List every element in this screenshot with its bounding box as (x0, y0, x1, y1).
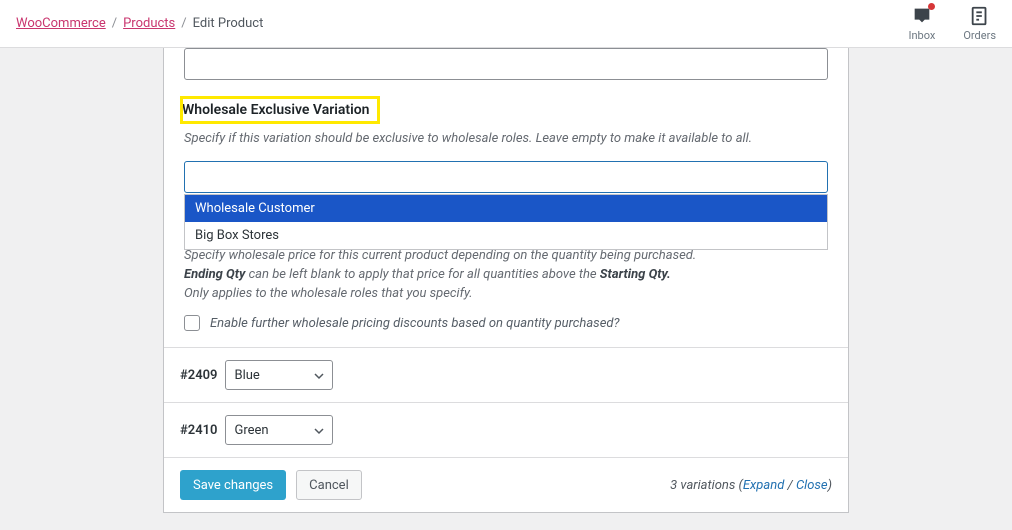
close-link[interactable]: Close (796, 478, 828, 493)
variation-row[interactable]: #2409 Blue (164, 347, 848, 402)
enable-quantity-discounts-checkbox[interactable] (184, 315, 200, 331)
notification-dot-icon (928, 3, 935, 10)
breadcrumb-sep: / (112, 16, 117, 31)
chevron-down-icon (313, 370, 325, 386)
variation-row[interactable]: #2410 Green (164, 402, 848, 457)
wholesale-role-dropdown: Wholesale Customer Big Box Stores (184, 194, 828, 250)
enable-quantity-discounts-label: Enable further wholesale pricing discoun… (210, 316, 619, 331)
orders-button[interactable]: Orders (963, 5, 996, 42)
help-starting-qty: Starting Qty. (600, 267, 671, 282)
inbox-button[interactable]: Inbox (908, 5, 935, 42)
help-pricing-line2b: can be left blank to apply that price fo… (245, 267, 599, 282)
section-title-wholesale-exclusive: Wholesale Exclusive Variation (182, 98, 378, 122)
breadcrumb-woocommerce[interactable]: WooCommerce (16, 16, 106, 31)
wholesale-role-input[interactable] (184, 161, 828, 193)
help-ending-qty: Ending Qty (184, 267, 245, 282)
breadcrumb: WooCommerce / Products / Edit Product (16, 16, 263, 31)
variation-attribute-value: Blue (234, 368, 259, 383)
help-pricing-line3: Only applies to the wholesale roles that… (184, 286, 473, 301)
breadcrumb-sep: / (181, 16, 186, 31)
wholesale-role-select[interactable]: Wholesale Customer Big Box Stores (184, 161, 828, 193)
previous-field[interactable] (184, 48, 828, 80)
panel-footer: Save changes Cancel 3 variations (Expand… (164, 457, 848, 512)
dropdown-option-big-box-stores[interactable]: Big Box Stores (185, 222, 827, 249)
breadcrumb-current: Edit Product (193, 16, 264, 31)
save-changes-button[interactable]: Save changes (180, 470, 286, 500)
cancel-button[interactable]: Cancel (296, 470, 362, 500)
inbox-icon (911, 5, 933, 27)
variation-attribute-select[interactable]: Green (225, 415, 333, 445)
help-pricing: Specify wholesale price for this current… (184, 247, 828, 304)
variations-summary: 3 variations (Expand / Close) (670, 478, 832, 493)
variation-panel: Wholesale Exclusive Variation Specify if… (163, 48, 849, 513)
variation-id: #2410 (180, 423, 217, 438)
dropdown-option-wholesale-customer[interactable]: Wholesale Customer (185, 195, 827, 222)
help-pricing-line1: Specify wholesale price for this current… (184, 248, 696, 263)
chevron-down-icon (313, 425, 325, 441)
orders-label: Orders (963, 29, 996, 42)
variation-attribute-value: Green (234, 423, 268, 438)
variation-attribute-select[interactable]: Blue (225, 360, 333, 390)
variation-id: #2409 (180, 368, 217, 383)
help-exclusive: Specify if this variation should be excl… (184, 130, 828, 149)
enable-quantity-discounts-row: Enable further wholesale pricing discoun… (184, 315, 828, 331)
inbox-label: Inbox (908, 29, 935, 42)
orders-icon (969, 5, 991, 27)
variations-count: 3 variations (670, 478, 735, 493)
breadcrumb-products[interactable]: Products (123, 16, 175, 31)
top-icons: Inbox Orders (908, 5, 996, 42)
expand-link[interactable]: Expand (743, 478, 784, 493)
top-bar: WooCommerce / Products / Edit Product In… (0, 0, 1012, 48)
